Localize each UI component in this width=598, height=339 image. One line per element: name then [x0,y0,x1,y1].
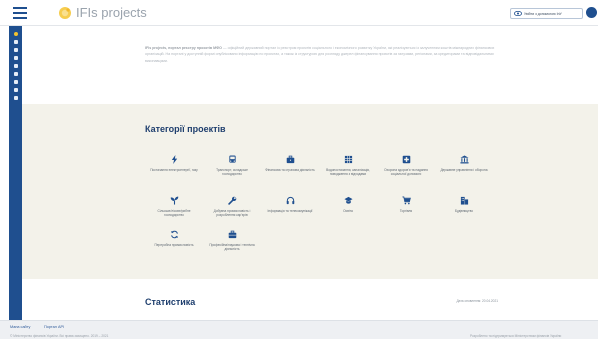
map-icon [13,79,18,84]
info-icon [13,95,18,100]
list-icon [13,47,18,52]
sidebar-item-map[interactable] [11,78,20,85]
edit-icon [13,63,18,68]
menu-icon[interactable] [13,7,27,19]
category-mining[interactable]: Добувна промисловість і розроблення кар'… [206,196,258,217]
sidebar-item-links[interactable] [11,86,20,93]
category-telecom[interactable]: Інформація та телекомунікації [264,196,316,213]
category-label: Постачання електроенергії, газу [150,168,198,172]
medical-cross-icon [402,155,410,164]
seedling-icon [170,196,178,205]
document-icon [13,55,18,60]
category-label: Професійна/наукова і технічна діяльність [209,243,255,252]
category-manufacturing[interactable]: Переробна промисловість [148,230,200,247]
category-professional[interactable]: Професійна/наукова і технічна діяльність [206,230,258,251]
intro-lead: IFIs projects, портал реєстру проєктів М… [145,46,222,50]
category-label: Торгівля [399,209,413,213]
chart-icon [13,71,18,76]
category-education[interactable]: Освіта [322,196,374,213]
category-water[interactable]: Водопостачання, каналізація, поводження … [322,155,374,176]
login-button-label: Увійти з допомогою ІнУ [524,11,562,16]
footer-sitemap-link[interactable]: Мапа сайту [10,325,30,329]
statistics-title: Статистика [145,297,196,307]
statistics-updated-date: Дата оновлення: 20.04.2021 [456,299,498,303]
sidebar-item-search[interactable] [11,38,20,45]
sidebar [9,26,22,320]
category-label: Водопостачання, каналізація, поводження … [326,168,370,177]
category-label: Фінансова та страхова діяльність [265,168,315,172]
sidebar-item-documents[interactable] [11,54,20,61]
footer-copyright: © Міністерство фінансів України. Всі пра… [10,334,109,338]
footer: Мапа сайту Портал API © Міністерство фін… [0,320,598,339]
government-icon [459,155,469,164]
category-label: Інформація та телекомунікації [267,209,313,213]
category-label: Державне управління і оборона [440,168,488,172]
category-label: Добувна промисловість і розроблення кар'… [213,209,251,218]
category-label: Транспорт, складське господарство [216,168,248,177]
footer-api-link[interactable]: Портал API [44,325,64,329]
building-grid-icon [344,155,352,164]
category-transport[interactable]: Транспорт, складське господарство [206,155,258,176]
link-icon [13,87,18,92]
education-icon [343,196,353,204]
refresh-icon [170,230,178,239]
sidebar-item-home[interactable] [11,30,20,37]
cart-icon [401,196,411,205]
briefcase-icon [286,155,294,164]
case-icon [228,230,236,239]
sidebar-item-charts[interactable] [11,70,20,77]
logo-icon[interactable] [57,5,73,21]
wrench-icon [227,196,236,205]
top-bar: IFIs projects Увійти з допомогою ІнУ [0,0,598,26]
category-energy[interactable]: Постачання електроенергії, газу [148,155,200,172]
category-label: Сільське/лісове/рибне господарство [157,209,191,218]
headphones-icon [286,196,294,205]
categories-title: Категорії проектів [145,124,226,134]
footer-developer: Розроблено та підтримується Міністерство… [470,334,562,338]
sidebar-item-list[interactable] [11,46,20,53]
category-label: Освіта [343,209,353,213]
search-icon [13,39,18,44]
category-finance[interactable]: Фінансова та страхова діяльність [264,155,316,172]
bus-icon [228,155,236,163]
intro-text: IFIs projects, портал реєстру проєктів М… [145,45,500,64]
buildings-icon [460,196,468,205]
categories-section [22,104,598,279]
category-label: Переробна промисловість [154,243,194,247]
avatar[interactable] [586,7,597,18]
page: IFIs projects Увійти з допомогою ІнУ IFI… [0,0,598,339]
category-label: Будівництво [454,209,474,213]
category-trade[interactable]: Торгівля [380,196,432,213]
lightning-icon [171,155,177,164]
login-button[interactable]: Увійти з допомогою ІнУ [510,8,583,19]
category-construction[interactable]: Будівництво [438,196,490,213]
category-agriculture[interactable]: Сільське/лісове/рибне господарство [148,196,200,217]
category-government[interactable]: Державне управління і оборона [438,155,490,172]
star-icon [13,31,18,36]
eye-icon [514,11,522,16]
category-label: Охорона здоров'я та надання соціальної д… [384,168,428,177]
category-health[interactable]: Охорона здоров'я та надання соціальної д… [380,155,432,176]
sidebar-item-info[interactable] [11,94,20,101]
sidebar-item-edit[interactable] [11,62,20,69]
brand-title[interactable]: IFIs projects [76,5,147,21]
